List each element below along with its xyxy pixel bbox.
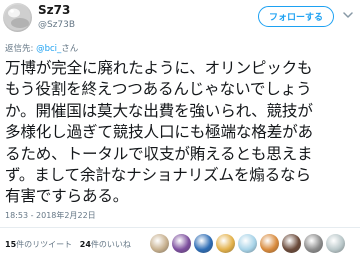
chevron-down-icon[interactable]	[343, 11, 353, 19]
silver-ball-icon	[4, 4, 31, 31]
avatar-3-icon[interactable]	[194, 234, 213, 253]
user-display-name[interactable]: Sz73	[38, 3, 70, 17]
tweet-line: 有害ですらある。	[5, 187, 129, 206]
avatar-5-icon[interactable]	[238, 234, 257, 253]
tweet-stats: 15件のリツイート 24件のいいね	[5, 239, 131, 250]
avatar-4-icon[interactable]	[216, 234, 235, 253]
avatar-8-icon[interactable]	[304, 234, 323, 253]
follow-button[interactable]: フォローする	[258, 6, 334, 27]
user-avatar[interactable]	[3, 3, 32, 32]
reply-to-prefix: 返信先:	[5, 44, 37, 54]
tweet-line: もう役割を終えつつあるんじゃないでしょう	[5, 80, 312, 99]
divider	[0, 227, 360, 228]
avatar-9-icon[interactable]	[326, 234, 345, 253]
avatar-1-icon[interactable]	[150, 234, 169, 253]
tweet-line: 万博が完全に廃れたように、オリンピックも	[5, 59, 313, 77]
tweet-line: 多様化し過ぎて競技人口にも極端な格差があ	[5, 123, 313, 142]
like-label[interactable]: 件のいいね	[91, 240, 131, 249]
reply-to-line: 返信先: @bci_さん	[5, 42, 78, 54]
retweet-label[interactable]: 件のリツイート	[16, 240, 72, 249]
reply-to-mention[interactable]: @bci_	[36, 44, 61, 54]
tweet-text: 万博が完全に廃れたように、オリンピックも もう役割を終えつつあるんじゃないでしょ…	[5, 58, 357, 208]
tweet-line: か。開催国は莫大な出費を強いられ、競技が	[5, 101, 313, 120]
tweet-timestamp[interactable]: 18:53 - 2018年2月22日	[5, 210, 96, 221]
like-count[interactable]: 24	[80, 240, 91, 249]
avatar-2-icon[interactable]	[172, 234, 191, 253]
tweet-header: Sz73 @Sz73B フォローする	[0, 0, 360, 36]
tweet-line: るため、トータルで収支が賄えるとも思えま	[5, 144, 313, 163]
reply-to-suffix: さん	[61, 44, 79, 54]
avatar-6-icon[interactable]	[260, 234, 279, 253]
tweet-line: ず。まして余計なナショナリズムを煽るなら	[5, 166, 311, 185]
retweet-count[interactable]: 15	[5, 240, 16, 249]
avatar-7-icon[interactable]	[282, 234, 301, 253]
user-handle[interactable]: @Sz73B	[38, 20, 75, 30]
